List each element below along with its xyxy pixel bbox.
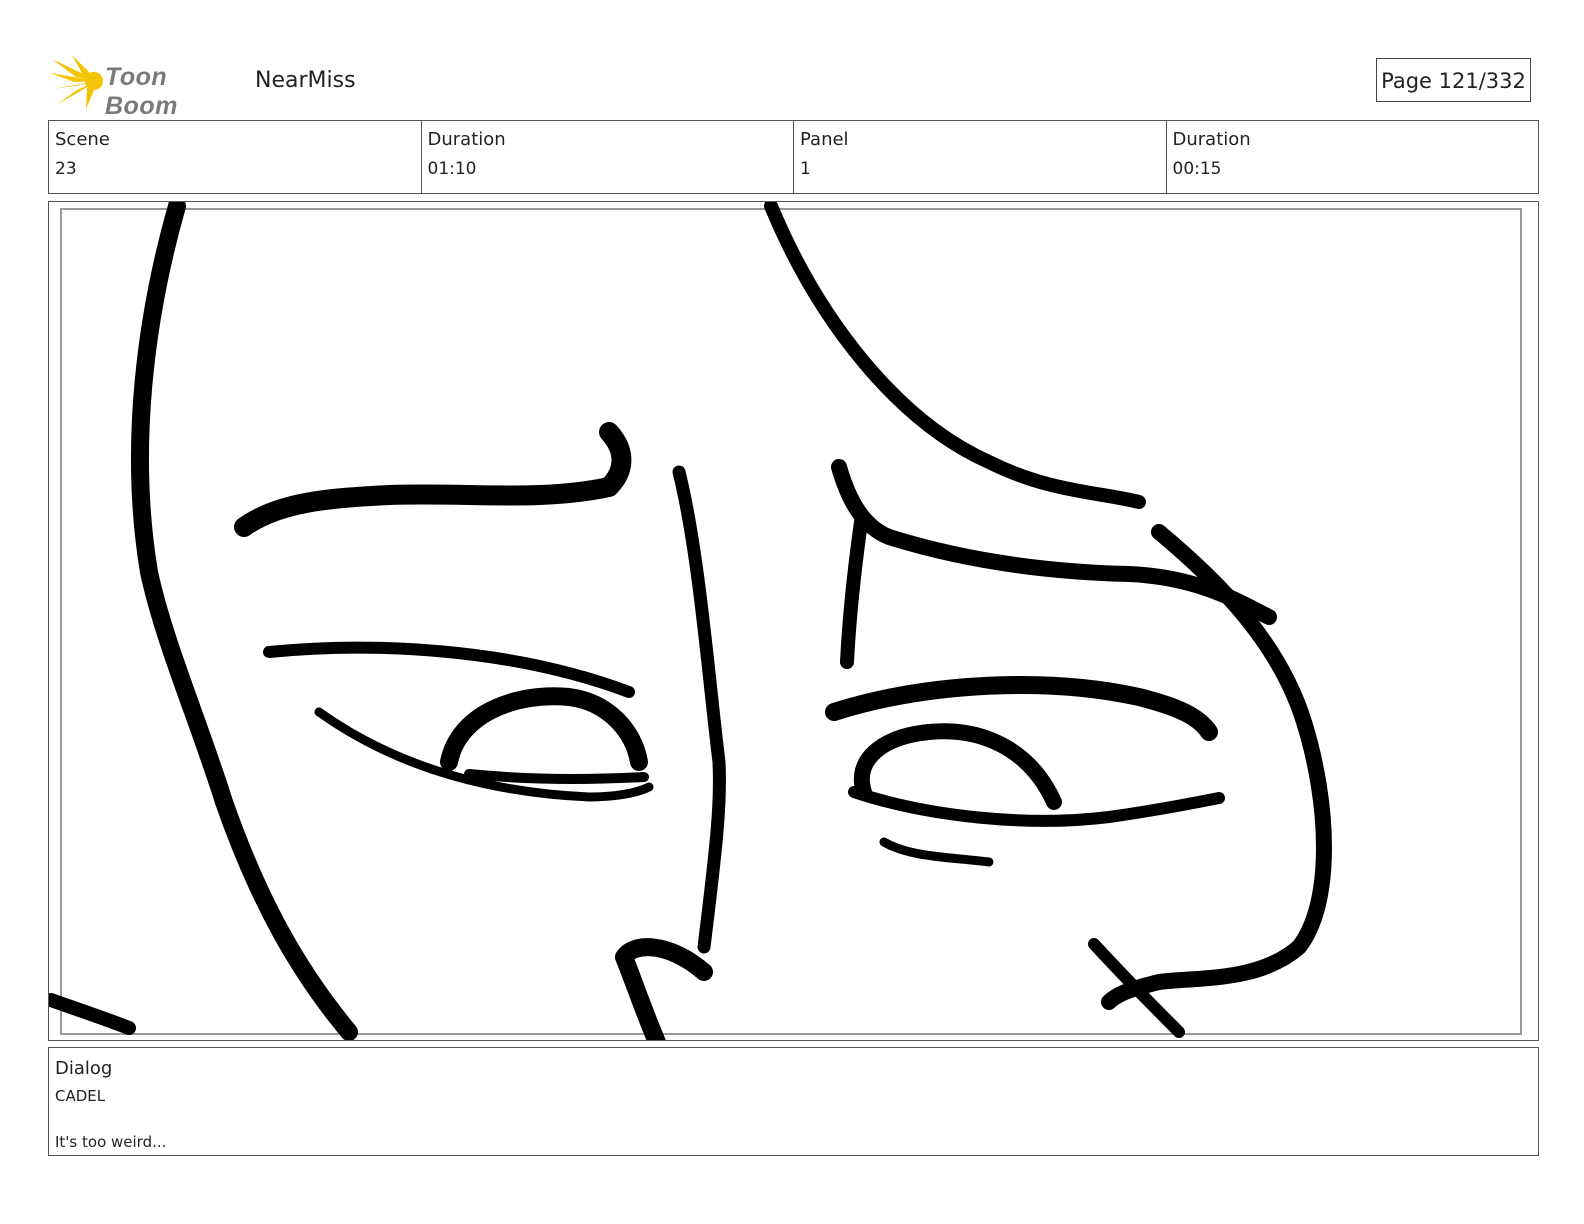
scene-duration-value: 01:10 (427, 159, 477, 179)
toon-boom-logo: Toon Boom (50, 55, 240, 120)
panel-value: 1 (800, 159, 811, 179)
panel-duration-label: Duration (1172, 129, 1251, 150)
scene-label: Scene (55, 129, 110, 150)
starburst-icon (50, 55, 103, 109)
dialog-speaker: CADEL (55, 1087, 106, 1105)
info-table: Scene 23 Duration 01:10 Panel 1 Duration… (48, 120, 1539, 194)
scene-cell: Scene 23 (49, 121, 422, 193)
panel-cell: Panel 1 (794, 121, 1167, 193)
panel-duration-value: 00:15 (1172, 159, 1222, 179)
ink-strokes (49, 202, 1332, 1040)
dialog-title: Dialog (55, 1058, 113, 1079)
scene-duration-cell: Duration 01:10 (422, 121, 794, 193)
project-name: NearMiss (255, 68, 356, 93)
panel-duration-cell: Duration 00:15 (1167, 121, 1539, 193)
logo-wordmark: Toon Boom (105, 63, 178, 120)
scene-value: 23 (55, 159, 77, 179)
scene-duration-label: Duration (427, 129, 506, 150)
page-indicator: Page 121/332 (1376, 58, 1531, 102)
safe-frame-guide (60, 208, 1522, 1035)
panel-label: Panel (800, 129, 849, 150)
dialog-box: Dialog CADEL It's too weird... (48, 1047, 1539, 1156)
dialog-line: It's too weird... (55, 1133, 167, 1151)
face-sketch (49, 202, 1522, 1040)
storyboard-panel (48, 201, 1539, 1041)
